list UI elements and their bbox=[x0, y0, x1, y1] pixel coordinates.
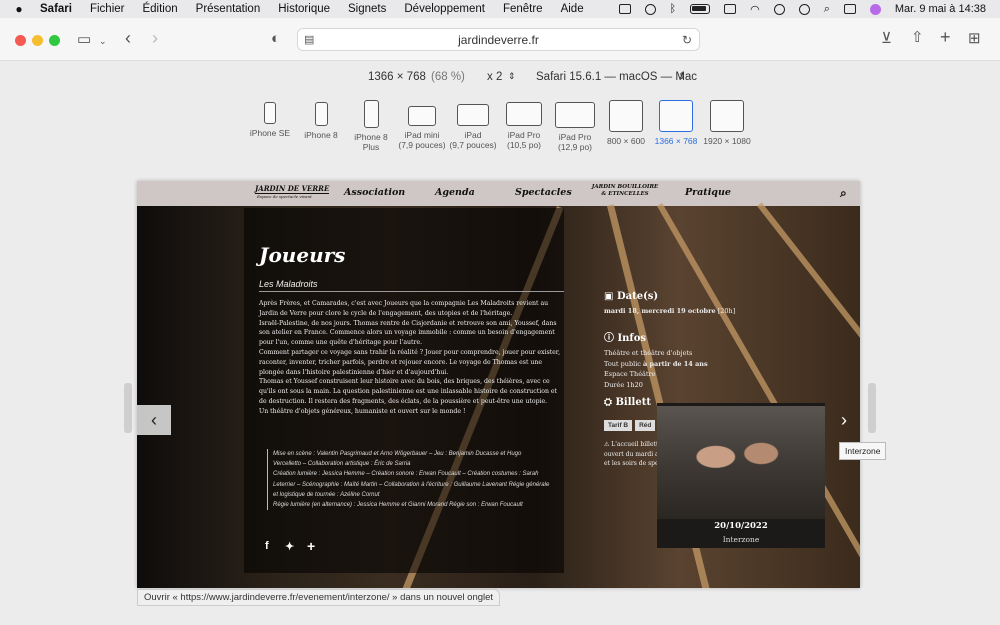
menu-historique[interactable]: Historique bbox=[278, 3, 330, 15]
tablet-icon bbox=[555, 102, 595, 128]
control-center-icon[interactable] bbox=[843, 4, 856, 14]
search-icon[interactable]: ⌕ bbox=[824, 3, 830, 16]
calendar-icon: ▣ bbox=[604, 291, 617, 302]
chevron-updown-icon: ⇕ bbox=[508, 71, 516, 81]
user-icon[interactable] bbox=[773, 3, 785, 15]
site-logo[interactable]: JARDIN DE VERRE bbox=[255, 184, 330, 194]
menu-safari[interactable]: Safari bbox=[40, 3, 72, 15]
menu-fichier[interactable]: Fichier bbox=[90, 3, 125, 15]
tablet-icon bbox=[506, 102, 542, 126]
show-title: Joueurs bbox=[259, 243, 346, 267]
plus-share-icon[interactable]: + bbox=[307, 538, 315, 554]
minimize-window-button[interactable] bbox=[32, 35, 43, 46]
browser-toolbar: ▭ ⌄ ‹ › ◐ ▤ jardindeverre.fr ↻ ⊻ ⇧ + ⊞ bbox=[0, 18, 1000, 61]
device-1920x1080[interactable]: 1920 × 1080 bbox=[697, 100, 757, 146]
record-icon[interactable] bbox=[644, 3, 656, 15]
site-header: JARDIN DE VERRE Espace de spectacle viva… bbox=[137, 181, 860, 206]
chevron-updown-icon: ⇕ bbox=[678, 71, 686, 81]
siri-icon[interactable] bbox=[869, 3, 881, 15]
pixel-ratio-select[interactable]: x 2 bbox=[487, 71, 502, 83]
show-description: Après Frères, et Camarades, c'est avec J… bbox=[259, 300, 561, 415]
tablet-icon bbox=[408, 106, 436, 126]
credits-list: Mise en scène : Valentin Pasgrimaud et A… bbox=[267, 449, 565, 511]
company-name: Les Maladroits bbox=[259, 279, 318, 289]
site-search-icon[interactable]: ⌕ bbox=[840, 186, 847, 201]
previous-event-arrow[interactable]: ‹ bbox=[137, 405, 171, 435]
zoom-readout: (68 %) bbox=[431, 71, 465, 83]
tablet-icon bbox=[457, 104, 489, 126]
sidebar-icon[interactable]: ▭ bbox=[77, 32, 91, 48]
tab-overview-icon[interactable]: ⊞ bbox=[968, 31, 981, 47]
wifi-icon[interactable]: ◠ bbox=[750, 3, 760, 16]
tarif-button[interactable]: Réd bbox=[635, 420, 656, 431]
nav-jardin-bouilloire[interactable]: JARDIN BOUILLOIRE & ETINCELLES bbox=[591, 184, 659, 198]
forward-button[interactable]: › bbox=[152, 29, 158, 47]
new-tab-icon[interactable]: + bbox=[940, 28, 951, 46]
menu-edition[interactable]: Édition bbox=[142, 3, 177, 15]
event-date: 20/10/2022 bbox=[714, 521, 768, 531]
download-icon[interactable]: ⊻ bbox=[881, 31, 892, 47]
menu-fenetre[interactable]: Fenêtre bbox=[503, 3, 543, 15]
zoom-window-button[interactable] bbox=[49, 35, 60, 46]
resize-handle-right[interactable] bbox=[868, 383, 876, 433]
menu-bar: ● Safari Fichier Édition Présentation Hi… bbox=[0, 0, 1000, 18]
screen-mirror-icon[interactable] bbox=[618, 4, 631, 14]
phone-icon bbox=[314, 102, 328, 126]
user-agent-select[interactable]: Safari 15.6.1 — macOS — Mac bbox=[536, 71, 697, 83]
compass-icon bbox=[710, 100, 744, 132]
event-photo bbox=[657, 406, 825, 519]
event-preview-card[interactable]: 20/10/2022 Interzone bbox=[657, 403, 825, 548]
link-status-bar: Ouvrir « https://www.jardindeverre.fr/ev… bbox=[137, 589, 501, 606]
compass-icon bbox=[659, 100, 693, 132]
reload-icon[interactable]: ↻ bbox=[682, 32, 692, 48]
basket-icon: ⛭ bbox=[604, 397, 616, 408]
info-icon: ⓘ bbox=[604, 333, 618, 344]
nav-agenda[interactable]: Agenda bbox=[435, 187, 475, 198]
privacy-shield-icon[interactable]: ◐ bbox=[271, 31, 280, 47]
phone-icon bbox=[264, 102, 276, 124]
compass-icon bbox=[609, 100, 643, 132]
keyboard-icon[interactable] bbox=[724, 4, 737, 14]
time-machine-icon[interactable] bbox=[798, 3, 810, 15]
apple-icon[interactable]: ● bbox=[12, 2, 26, 16]
nav-association[interactable]: Association bbox=[344, 187, 405, 198]
menu-developpement[interactable]: Développement bbox=[404, 3, 485, 15]
chevron-down-icon[interactable]: ⌄ bbox=[99, 33, 107, 49]
close-window-button[interactable] bbox=[15, 35, 26, 46]
back-button[interactable]: ‹ bbox=[125, 29, 131, 47]
share-icon[interactable]: ⇧ bbox=[911, 30, 924, 46]
status-icons: ᛒ ◠ ⌕ Mar. 9 mai à 14:38 bbox=[618, 0, 986, 18]
tarif-button[interactable]: Tarif B bbox=[604, 420, 633, 431]
infos-block: ⓘ Infos Théâtre et théâtre d'objets Tout… bbox=[604, 333, 708, 389]
resolution-readout: 1366 × 768 bbox=[368, 71, 426, 83]
phone-icon bbox=[363, 100, 379, 128]
nav-spectacles[interactable]: Spectacles bbox=[515, 187, 572, 198]
dates-block: ▣ Date(s) mardi 18, mercredi 19 octobre … bbox=[604, 291, 736, 315]
event-venue: Interzone bbox=[722, 535, 760, 544]
site-logo-tagline: Espace de spectacle vivant bbox=[257, 194, 312, 199]
link-tooltip: Interzone bbox=[839, 442, 887, 460]
address-bar[interactable]: ▤ jardindeverre.fr ↻ bbox=[297, 28, 700, 51]
menu-aide[interactable]: Aide bbox=[561, 3, 584, 15]
url-text: jardindeverre.fr bbox=[458, 33, 539, 47]
facebook-icon[interactable]: f bbox=[265, 540, 269, 552]
clock[interactable]: Mar. 9 mai à 14:38 bbox=[895, 3, 986, 15]
nav-pratique[interactable]: Pratique bbox=[685, 187, 731, 198]
next-event-arrow[interactable]: › bbox=[827, 405, 860, 435]
battery-icon[interactable] bbox=[690, 4, 711, 14]
twitter-icon[interactable]: ✦ bbox=[285, 540, 294, 553]
bluetooth-icon[interactable]: ᛒ bbox=[670, 3, 677, 15]
billetterie-block: ⛭ Billett Tarif B Réd ⚠ L'accueil billett… bbox=[604, 397, 659, 467]
menu-presentation[interactable]: Présentation bbox=[196, 3, 261, 15]
divider bbox=[259, 291, 564, 292]
menu-signets[interactable]: Signets bbox=[348, 3, 386, 15]
resize-handle-left[interactable] bbox=[124, 383, 132, 433]
